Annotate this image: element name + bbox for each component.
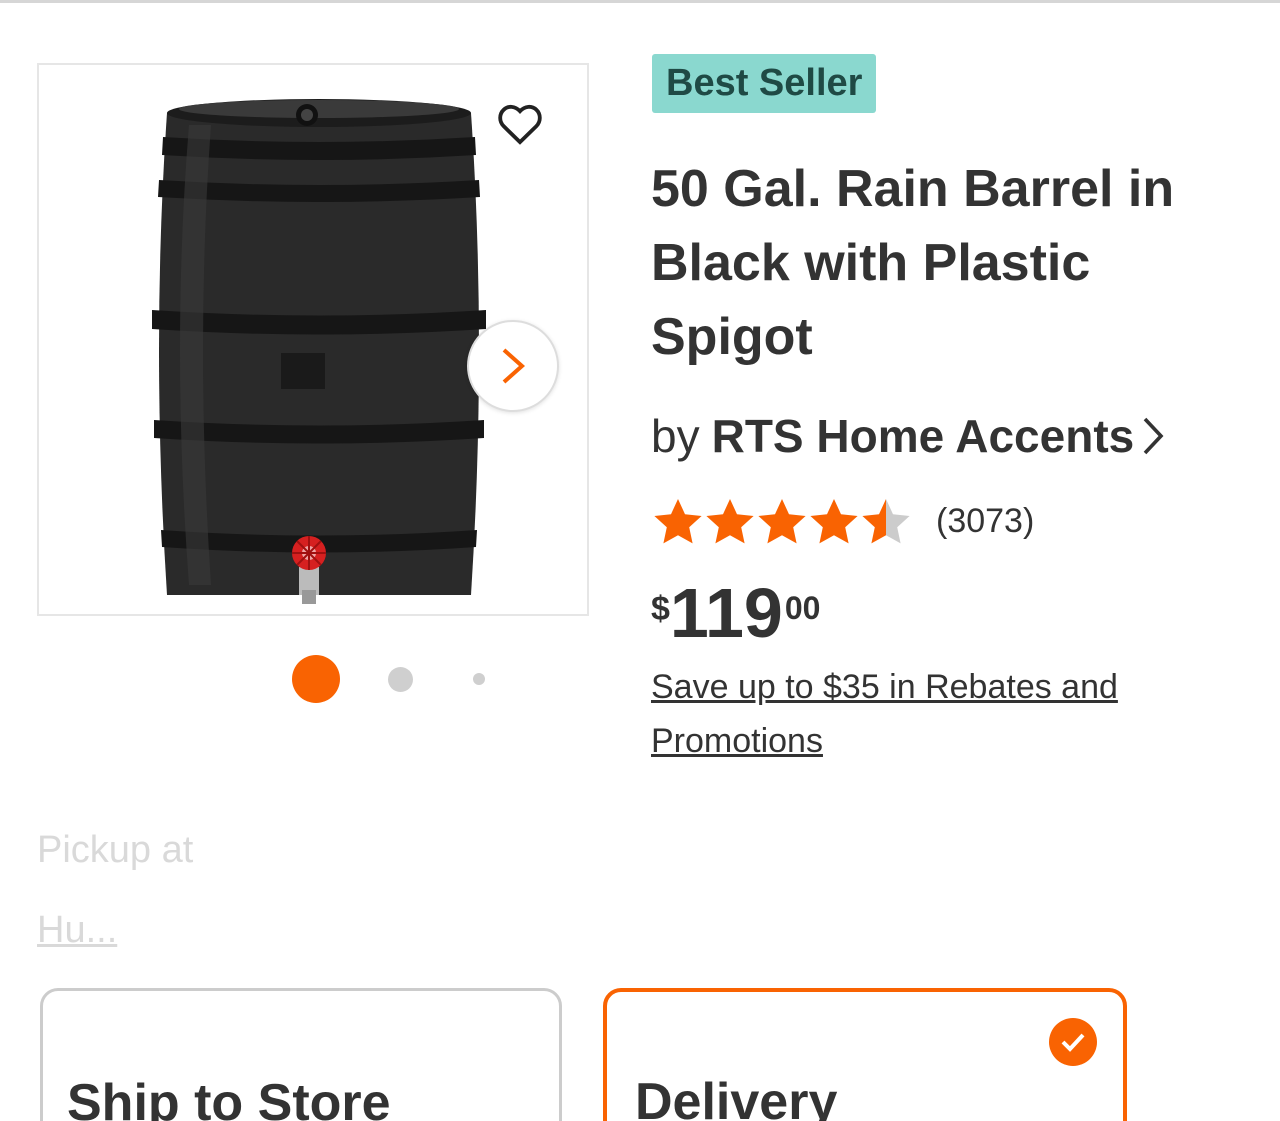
gallery-dot-2[interactable] bbox=[388, 667, 413, 692]
price-cents: 00 bbox=[784, 590, 821, 626]
product-title: 50 Gal. Rain Barrel in Black with Plasti… bbox=[651, 160, 1175, 366]
star-icon bbox=[654, 499, 702, 544]
brand-link[interactable]: RTS Home Accents bbox=[712, 406, 1135, 466]
best-seller-badge: Best Seller bbox=[652, 54, 877, 113]
star-half-icon bbox=[862, 499, 910, 544]
next-image-button[interactable] bbox=[467, 320, 559, 412]
star-rating bbox=[652, 497, 912, 545]
product-image bbox=[152, 99, 486, 604]
review-count[interactable]: (3073) bbox=[936, 502, 1034, 541]
star-icon bbox=[706, 499, 754, 544]
rating[interactable]: (3073) bbox=[652, 497, 1034, 545]
top-divider bbox=[0, 0, 1280, 3]
gallery-dot-3[interactable] bbox=[473, 673, 485, 685]
chevron-right-icon[interactable] bbox=[1142, 416, 1164, 456]
gallery-dot-1[interactable] bbox=[292, 655, 340, 703]
delivery-label: Delivery bbox=[635, 1073, 838, 1121]
brand-prefix: by bbox=[651, 410, 700, 462]
rebates-link[interactable]: Save up to $35 in Rebates and Promotions bbox=[651, 660, 1171, 768]
pickup-label: Pickup at bbox=[37, 829, 194, 871]
favorite-button[interactable] bbox=[494, 98, 546, 150]
price: $ 119 00 bbox=[651, 578, 820, 648]
star-icon bbox=[758, 499, 806, 544]
price-symbol: $ bbox=[651, 590, 670, 628]
chevron-right-icon bbox=[502, 348, 526, 384]
ship-to-store-option[interactable]: Ship to Store bbox=[40, 988, 562, 1121]
star-icon bbox=[810, 499, 858, 544]
delivery-option[interactable]: Delivery bbox=[603, 988, 1127, 1121]
heart-outline-icon bbox=[498, 104, 542, 145]
ship-to-store-label: Ship to Store bbox=[67, 1074, 391, 1121]
product-page: Best Seller 50 Gal. Rain Barrel in Black… bbox=[0, 0, 1280, 1121]
pickup-info: Pickup at Hu... bbox=[37, 825, 193, 955]
pickup-store-link[interactable]: Hu... bbox=[37, 905, 193, 955]
check-icon bbox=[1049, 1018, 1097, 1066]
product-image-frame[interactable] bbox=[37, 63, 589, 616]
price-dollars: 119 bbox=[669, 574, 783, 652]
brand-line: by RTS Home Accents bbox=[651, 406, 1164, 466]
